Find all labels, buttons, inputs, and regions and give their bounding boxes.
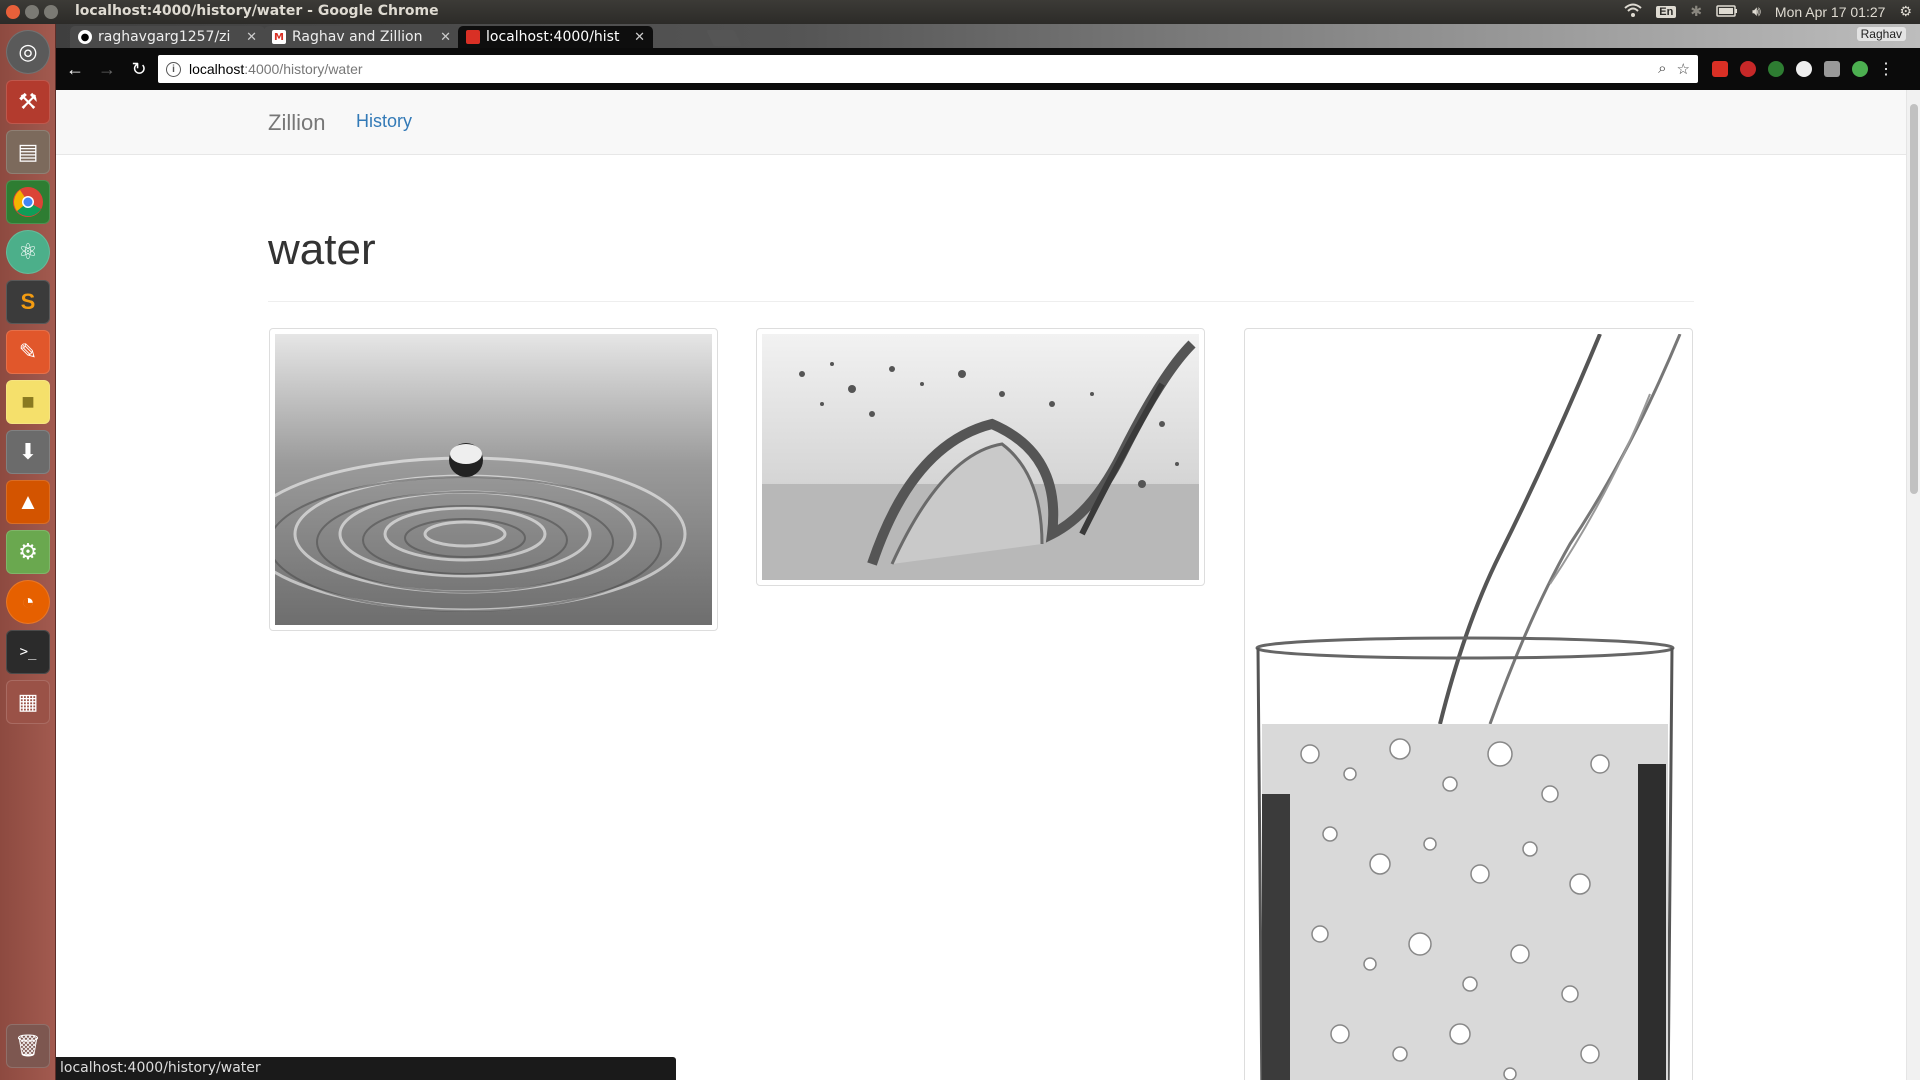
water-drop-image bbox=[275, 334, 712, 625]
extension-white-icon[interactable] bbox=[1796, 61, 1812, 77]
tab-label: raghavgarg1257/zi bbox=[98, 29, 231, 45]
extension-target-icon[interactable] bbox=[1852, 61, 1868, 77]
scrollbar-thumb[interactable] bbox=[1910, 104, 1918, 494]
profile-button[interactable]: Raghav bbox=[1856, 27, 1906, 41]
window-close-button[interactable] bbox=[6, 5, 20, 19]
browser-toolbar: ← → ↻ i localhost:4000/history/water ⌕ ☆… bbox=[56, 48, 1920, 90]
vlc-icon[interactable]: ▲ bbox=[6, 480, 50, 524]
window-title: localhost:4000/history/water - Google Ch… bbox=[75, 3, 439, 19]
reload-icon[interactable]: ↻ bbox=[126, 56, 152, 82]
extension-red-icon[interactable] bbox=[1712, 61, 1728, 77]
chrome-menu-icon[interactable]: ⋮ bbox=[1878, 59, 1894, 79]
nav-history-link[interactable]: History bbox=[356, 111, 412, 132]
image-thumbnail-splash[interactable] bbox=[756, 328, 1205, 586]
sublime-text-icon[interactable]: S bbox=[6, 280, 50, 324]
page-icon bbox=[466, 30, 480, 44]
close-icon[interactable]: ✕ bbox=[634, 30, 645, 45]
tab-gmail[interactable]: M Raghav and Zillion ✕ bbox=[264, 26, 459, 48]
new-tab-button[interactable] bbox=[706, 30, 742, 46]
files-icon[interactable]: ▤ bbox=[6, 130, 50, 174]
tab-localhost[interactable]: localhost:4000/hist ✕ bbox=[458, 26, 653, 48]
zoom-icon[interactable]: ⌕ bbox=[1658, 60, 1666, 78]
gmail-icon: M bbox=[272, 30, 286, 44]
extension-grid-icon[interactable] bbox=[1824, 61, 1840, 77]
atom-icon[interactable]: ⚛ bbox=[6, 230, 50, 274]
workspace-icon[interactable]: ▦ bbox=[6, 680, 50, 724]
gear-icon[interactable]: ⚙ bbox=[1899, 3, 1912, 20]
image-thumbnail-drop[interactable] bbox=[269, 328, 718, 631]
tab-strip: ● raghavgarg1257/zi ✕ M Raghav and Zilli… bbox=[56, 24, 1920, 48]
keyboard-layout-indicator[interactable]: En bbox=[1656, 5, 1677, 18]
tab-label: localhost:4000/hist bbox=[486, 29, 620, 45]
address-bar[interactable]: i localhost:4000/history/water ⌕ ☆ bbox=[158, 55, 1698, 83]
extensions-area bbox=[1712, 61, 1868, 77]
tab-label: Raghav and Zillion bbox=[292, 29, 423, 45]
url-host: localhost bbox=[189, 61, 245, 77]
installer-icon[interactable]: ⬇ bbox=[6, 430, 50, 474]
system-top-panel: localhost:4000/history/water - Google Ch… bbox=[0, 0, 1920, 24]
battery-icon[interactable] bbox=[1716, 4, 1738, 20]
status-bubble: localhost:4000/history/water bbox=[56, 1057, 676, 1080]
tool-icon[interactable]: ⚙ bbox=[6, 530, 50, 574]
ubuntu-dash-icon[interactable]: ◎ bbox=[6, 30, 50, 74]
back-arrow-icon[interactable]: ← bbox=[62, 56, 88, 82]
pencil-app-icon[interactable]: ✎ bbox=[6, 330, 50, 374]
site-navbar: Zillion History bbox=[56, 90, 1906, 155]
bluetooth-icon[interactable]: ✱ bbox=[1690, 3, 1702, 20]
close-icon[interactable]: ✕ bbox=[440, 30, 451, 45]
indicator-area: En ✱ 🔊︎ Mon Apr 17 01:27 ⚙ bbox=[1624, 3, 1912, 20]
system-settings-icon[interactable]: ⚒ bbox=[6, 80, 50, 124]
window-maximize-button[interactable] bbox=[44, 5, 58, 19]
info-icon[interactable]: i bbox=[166, 61, 181, 77]
page-scrollbar[interactable] bbox=[1906, 90, 1920, 1080]
forward-arrow-icon[interactable]: → bbox=[94, 56, 120, 82]
firefox-icon[interactable]: ◔ bbox=[6, 580, 50, 624]
window-controls bbox=[6, 5, 58, 19]
extension-green-new-icon[interactable] bbox=[1768, 61, 1784, 77]
chrome-icon[interactable] bbox=[6, 180, 50, 224]
page-viewport: Zillion History water bbox=[56, 90, 1906, 1080]
github-icon: ● bbox=[78, 30, 92, 44]
image-thumbnail-glass[interactable] bbox=[1244, 328, 1693, 1080]
page-title: water bbox=[268, 225, 376, 274]
extension-ublock-icon[interactable] bbox=[1740, 61, 1756, 77]
volume-icon[interactable]: 🔊︎ bbox=[1752, 3, 1761, 20]
trash-icon[interactable]: 🗑︎ bbox=[6, 1024, 50, 1068]
tab-github[interactable]: ● raghavgarg1257/zi ✕ bbox=[70, 26, 265, 48]
title-divider bbox=[268, 301, 1694, 302]
terminal-icon[interactable]: >_ bbox=[6, 630, 50, 674]
water-splash-image bbox=[762, 334, 1199, 580]
launcher-sidebar: ◎ ⚒ ▤ ⚛ S ✎ ■ ⬇ ▲ ⚙ ◔ >_ ▦ 🗑︎ bbox=[0, 24, 56, 1080]
clock[interactable]: Mon Apr 17 01:27 bbox=[1775, 4, 1886, 20]
water-glass-image bbox=[1250, 334, 1687, 1080]
close-icon[interactable]: ✕ bbox=[246, 30, 257, 45]
brand-link[interactable]: Zillion bbox=[268, 110, 325, 136]
window-minimize-button[interactable] bbox=[25, 5, 39, 19]
bookmark-star-icon[interactable]: ☆ bbox=[1677, 60, 1690, 78]
url-path: :4000/history/water bbox=[244, 61, 363, 77]
sticky-notes-icon[interactable]: ■ bbox=[6, 380, 50, 424]
wifi-icon[interactable] bbox=[1624, 3, 1642, 20]
